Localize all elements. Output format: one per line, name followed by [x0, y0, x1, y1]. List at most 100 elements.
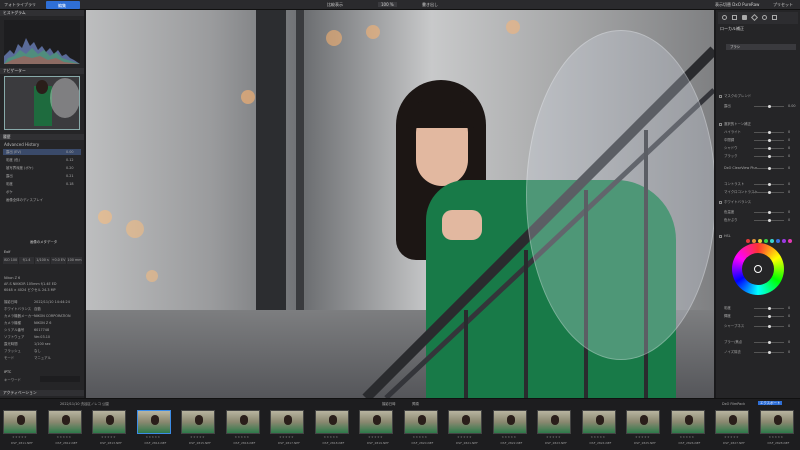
slider-knob[interactable] — [768, 351, 771, 354]
filmstrip-thumbnail[interactable] — [359, 410, 393, 434]
filmstrip-thumbnail[interactable] — [225, 410, 260, 434]
rating-stars[interactable]: ★★★★★ — [546, 435, 561, 439]
compare-button[interactable]: 比較表示 — [327, 2, 343, 7]
rating-stars[interactable]: ★★★★★ — [457, 435, 472, 439]
rating-stars[interactable]: ★★★★★ — [413, 435, 428, 439]
history-item[interactable]: 画像全体のディスプレイ — [6, 198, 43, 202]
history-item[interactable]: 被写界深度 (ボケ) — [6, 166, 33, 170]
slider-knob[interactable] — [768, 219, 771, 222]
slider-knob[interactable] — [768, 315, 771, 318]
local-adjustment-mask[interactable] — [526, 30, 714, 360]
rating-stars[interactable]: ★★★★★ — [101, 435, 116, 439]
filmstrip-thumbnail[interactable] — [314, 410, 349, 434]
filmstrip-thumbnail[interactable] — [181, 410, 215, 434]
adjustment-slider[interactable] — [754, 183, 784, 186]
adjustment-slider[interactable] — [754, 131, 784, 134]
filmstrip-thumbnail[interactable] — [715, 410, 749, 434]
history-item[interactable]: 露出 — [6, 174, 13, 178]
slider-knob[interactable] — [768, 105, 771, 108]
rating-stars[interactable]: ★★★★★ — [235, 435, 250, 439]
adjustment-slider[interactable] — [754, 167, 784, 170]
activation-header[interactable]: アクティベーション — [0, 390, 84, 396]
section-toggle[interactable] — [719, 94, 722, 98]
rating-stars[interactable]: ★★★★★ — [324, 435, 339, 439]
history-item[interactable]: ボケ — [6, 190, 13, 194]
adjustment-slider[interactable] — [754, 341, 784, 344]
hsl-color-swatch[interactable] — [776, 239, 780, 243]
brush-icon[interactable] — [742, 15, 747, 20]
section-toggle[interactable] — [719, 200, 722, 204]
control-point-icon[interactable] — [762, 15, 767, 20]
filmstrip-thumbnail[interactable] — [448, 410, 482, 434]
adjustment-slider[interactable] — [754, 147, 784, 150]
filmstrip-thumbnail[interactable] — [670, 410, 705, 434]
export-button[interactable]: エクスポート — [758, 401, 783, 405]
slider-knob[interactable] — [768, 211, 771, 214]
filmstrip-thumbnail[interactable] — [626, 410, 660, 434]
history-item[interactable]: 彩度 (色) — [6, 158, 20, 162]
rating-stars[interactable]: ★★★★★ — [57, 435, 72, 439]
rating-stars[interactable]: ★★★★★ — [190, 435, 205, 439]
rating-stars[interactable]: ★★★★★ — [368, 435, 383, 439]
navigator-preview[interactable] — [4, 76, 80, 130]
keywords-field[interactable] — [40, 376, 80, 382]
tab-photo-library[interactable]: フォトライブラリ — [4, 2, 36, 7]
mask-icon[interactable] — [722, 15, 727, 20]
filmstrip-thumbnail[interactable] — [492, 410, 527, 434]
rating-stars[interactable]: ★★★★★ — [502, 435, 517, 439]
adjustment-slider[interactable] — [754, 351, 784, 354]
slider-knob[interactable] — [768, 131, 771, 134]
hsl-color-swatch[interactable] — [770, 239, 774, 243]
rating-stars[interactable]: ★★★★★ — [591, 435, 606, 439]
rating-stars[interactable]: ★★★★★ — [680, 435, 695, 439]
brush-selector[interactable]: ブラシ — [726, 44, 796, 50]
slider-knob[interactable] — [768, 341, 771, 344]
history-header[interactable]: 履歴 — [0, 134, 84, 140]
adjustment-slider[interactable] — [754, 191, 784, 194]
hsl-color-swatch[interactable] — [782, 239, 786, 243]
crop-icon[interactable] — [732, 15, 737, 20]
adjustment-slider[interactable] — [754, 325, 784, 328]
gradient-icon[interactable] — [750, 13, 759, 22]
adjustment-slider[interactable] — [754, 211, 784, 214]
color-wheel[interactable] — [732, 243, 784, 295]
slider-knob[interactable] — [768, 325, 771, 328]
adjustment-slider[interactable] — [754, 105, 784, 108]
filmstrip-thumbnail[interactable] — [537, 410, 571, 434]
navigator-header[interactable]: ナビゲーター — [0, 68, 84, 74]
filmstrip-thumbnail[interactable] — [581, 410, 616, 434]
slider-knob[interactable] — [768, 155, 771, 158]
tab-pureraw[interactable]: 表示切替 DxO PureRaw — [715, 2, 759, 7]
eraser-icon[interactable] — [772, 15, 777, 20]
rating-stars[interactable]: ★★★★★ — [724, 435, 739, 439]
adjustment-slider[interactable] — [754, 155, 784, 158]
slider-knob[interactable] — [768, 139, 771, 142]
slider-knob[interactable] — [768, 147, 771, 150]
rating-stars[interactable]: ★★★★★ — [769, 435, 784, 439]
hsl-color-swatch[interactable] — [746, 239, 750, 243]
hsl-color-swatch[interactable] — [764, 239, 768, 243]
section-toggle[interactable] — [719, 234, 722, 238]
hsl-color-swatch[interactable] — [788, 239, 792, 243]
image-canvas[interactable] — [86, 10, 714, 398]
history-item[interactable]: 彩度 — [6, 182, 13, 186]
slider-knob[interactable] — [768, 167, 771, 170]
history-item[interactable]: 露出 (EV) — [6, 150, 21, 154]
histogram-header[interactable]: ヒストグラム — [0, 10, 84, 16]
section-toggle[interactable] — [719, 122, 722, 126]
adjustment-slider[interactable] — [754, 307, 784, 310]
rating-stars[interactable]: ★★★★★ — [279, 435, 294, 439]
filmstrip-thumbnail[interactable] — [3, 410, 37, 434]
tab-edit[interactable]: 編集 — [46, 1, 80, 9]
filmstrip-thumbnail[interactable] — [92, 410, 126, 434]
filmstrip-thumbnail[interactable] — [47, 410, 82, 434]
zoom-select[interactable]: 100 % — [378, 2, 397, 7]
adjustment-slider[interactable] — [754, 219, 784, 222]
tab-presets[interactable]: プリセット — [773, 2, 793, 7]
export-menu[interactable]: 書き出し — [422, 2, 438, 7]
filmstrip-thumbnail[interactable] — [759, 410, 794, 434]
slider-knob[interactable] — [768, 191, 771, 194]
sort-select[interactable]: 撮影日時 — [382, 402, 396, 406]
sort-order[interactable]: 昇順 — [412, 402, 419, 406]
filmstrip-thumbnail[interactable] — [403, 410, 438, 434]
